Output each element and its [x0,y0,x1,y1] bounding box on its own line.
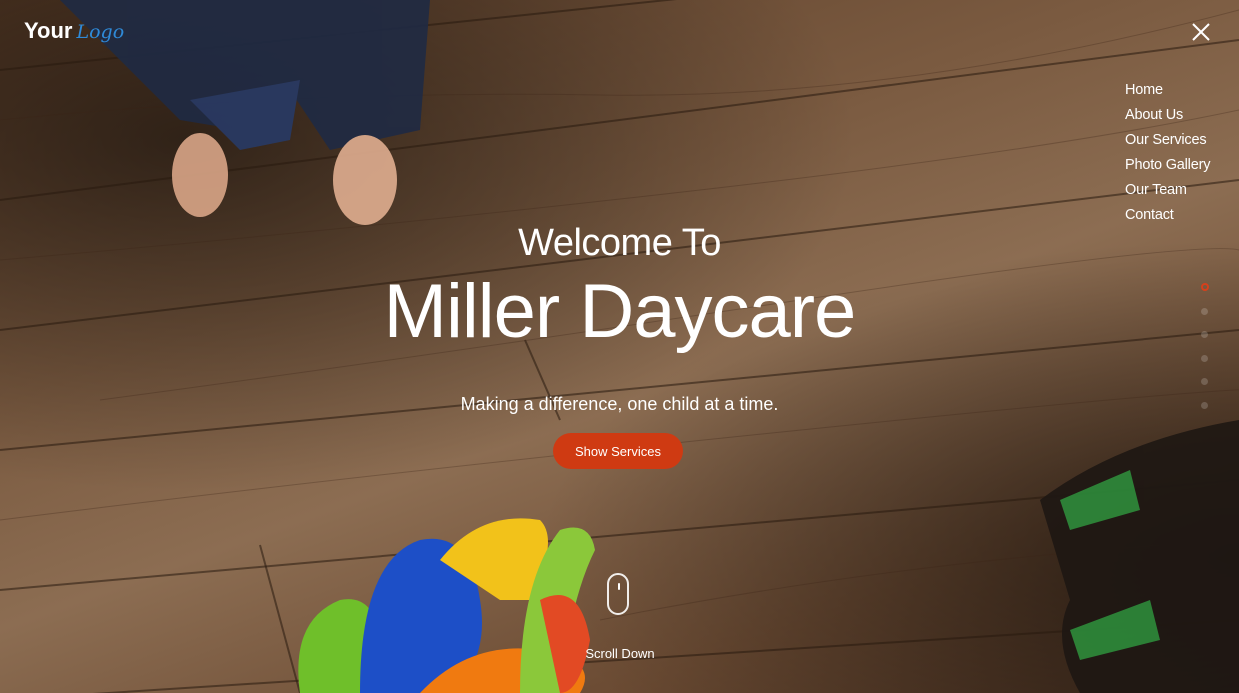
page-title: Miller Daycare [383,269,857,354]
show-services-button[interactable]: Show Services [553,433,683,469]
nav-item-photo-gallery[interactable]: Photo Gallery [1125,153,1210,178]
adult-shoe-figure [1040,420,1239,693]
nav-item-about-us[interactable]: About Us [1125,103,1210,128]
mouse-wheel [618,583,620,590]
site-logo[interactable]: Your Logo [24,18,124,48]
logo-bold-text: Your [24,18,73,43]
close-icon [1192,23,1210,41]
toy-figure [298,518,595,693]
pagination-dot-5[interactable] [1201,378,1208,385]
logo-script-text: Logo [76,21,125,43]
mouse-icon[interactable] [607,573,629,615]
welcome-heading: Welcome To [518,222,721,264]
main-navigation: Home About Us Our Services Photo Gallery… [1125,78,1210,228]
scroll-down-link[interactable]: Scroll Down [560,646,680,661]
pagination-dot-4[interactable] [1201,354,1208,362]
close-menu-button[interactable] [1190,21,1212,43]
nav-item-home[interactable]: Home [1125,78,1210,103]
hero-tagline: Making a difference, one child at a time… [460,394,779,414]
nav-item-our-services[interactable]: Our Services [1125,128,1210,153]
nav-item-our-team[interactable]: Our Team [1125,178,1210,203]
